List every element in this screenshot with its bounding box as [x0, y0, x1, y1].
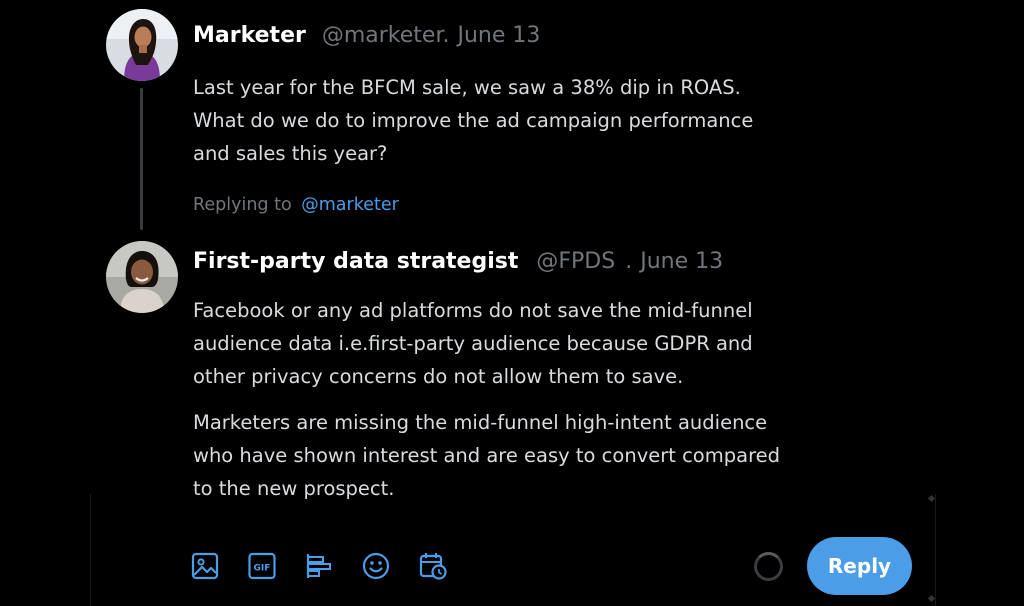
gif-button[interactable]: GIF: [247, 550, 277, 582]
avatar-strategist[interactable]: [106, 241, 178, 313]
gif-label: GIF: [254, 564, 271, 574]
header-separator: .: [625, 249, 633, 274]
tweet-line: other privacy concerns do not allow them…: [193, 365, 684, 388]
tweet2-paragraph-1: Facebook or any ad platforms do not save…: [193, 294, 753, 393]
tweet2-header: First-party data strategist @FPDS . June…: [193, 249, 723, 274]
tweet-date[interactable]: June 13: [640, 249, 723, 274]
replying-to: Replying to @marketer: [193, 195, 399, 215]
author-handle[interactable]: @marketer.: [322, 23, 450, 48]
media-button[interactable]: [190, 550, 220, 582]
schedule-button[interactable]: [418, 550, 448, 582]
schedule-icon: [419, 553, 447, 580]
author-handle[interactable]: @FPDS: [536, 249, 615, 274]
tweet-line: Marketers are missing the mid-funnel hig…: [193, 411, 768, 434]
tweet-date[interactable]: June 13: [457, 23, 540, 48]
tweet-line: Last year for the BFCM sale, we saw a 38…: [193, 76, 741, 99]
reply-button[interactable]: Reply: [807, 537, 912, 595]
tweet-line: and sales this year?: [193, 142, 388, 165]
character-count-ring: [754, 552, 783, 581]
emoji-icon: [362, 552, 390, 580]
tweet-line: Facebook or any ad platforms do not save…: [193, 299, 753, 322]
gif-icon: GIF: [248, 552, 276, 580]
emoji-button[interactable]: [361, 550, 391, 582]
avatar-marketer[interactable]: [106, 9, 178, 81]
tweet-line: who have shown interest and are easy to …: [193, 444, 781, 467]
author-name[interactable]: Marketer: [193, 23, 306, 48]
image-icon: [191, 552, 219, 580]
replying-mention-link[interactable]: @marketer: [301, 195, 399, 215]
replying-prefix: Replying to: [193, 195, 292, 215]
tweet1-header: Marketer @marketer. June 13: [193, 23, 540, 48]
tweet2-paragraph-2: Marketers are missing the mid-funnel hig…: [193, 406, 780, 505]
author-name[interactable]: First-party data strategist: [193, 249, 518, 274]
poll-button[interactable]: [304, 550, 334, 582]
tweet-thread: Marketer @marketer. June 13 Last year fo…: [0, 0, 1024, 606]
poll-icon: [306, 554, 331, 578]
tweet-line: What do we do to improve the ad campaign…: [193, 109, 754, 132]
tweet1-body: Last year for the BFCM sale, we saw a 38…: [193, 71, 753, 170]
tweet-line: audience data i.e.first-party audience b…: [193, 332, 753, 355]
thread-connector-line: [140, 88, 143, 230]
